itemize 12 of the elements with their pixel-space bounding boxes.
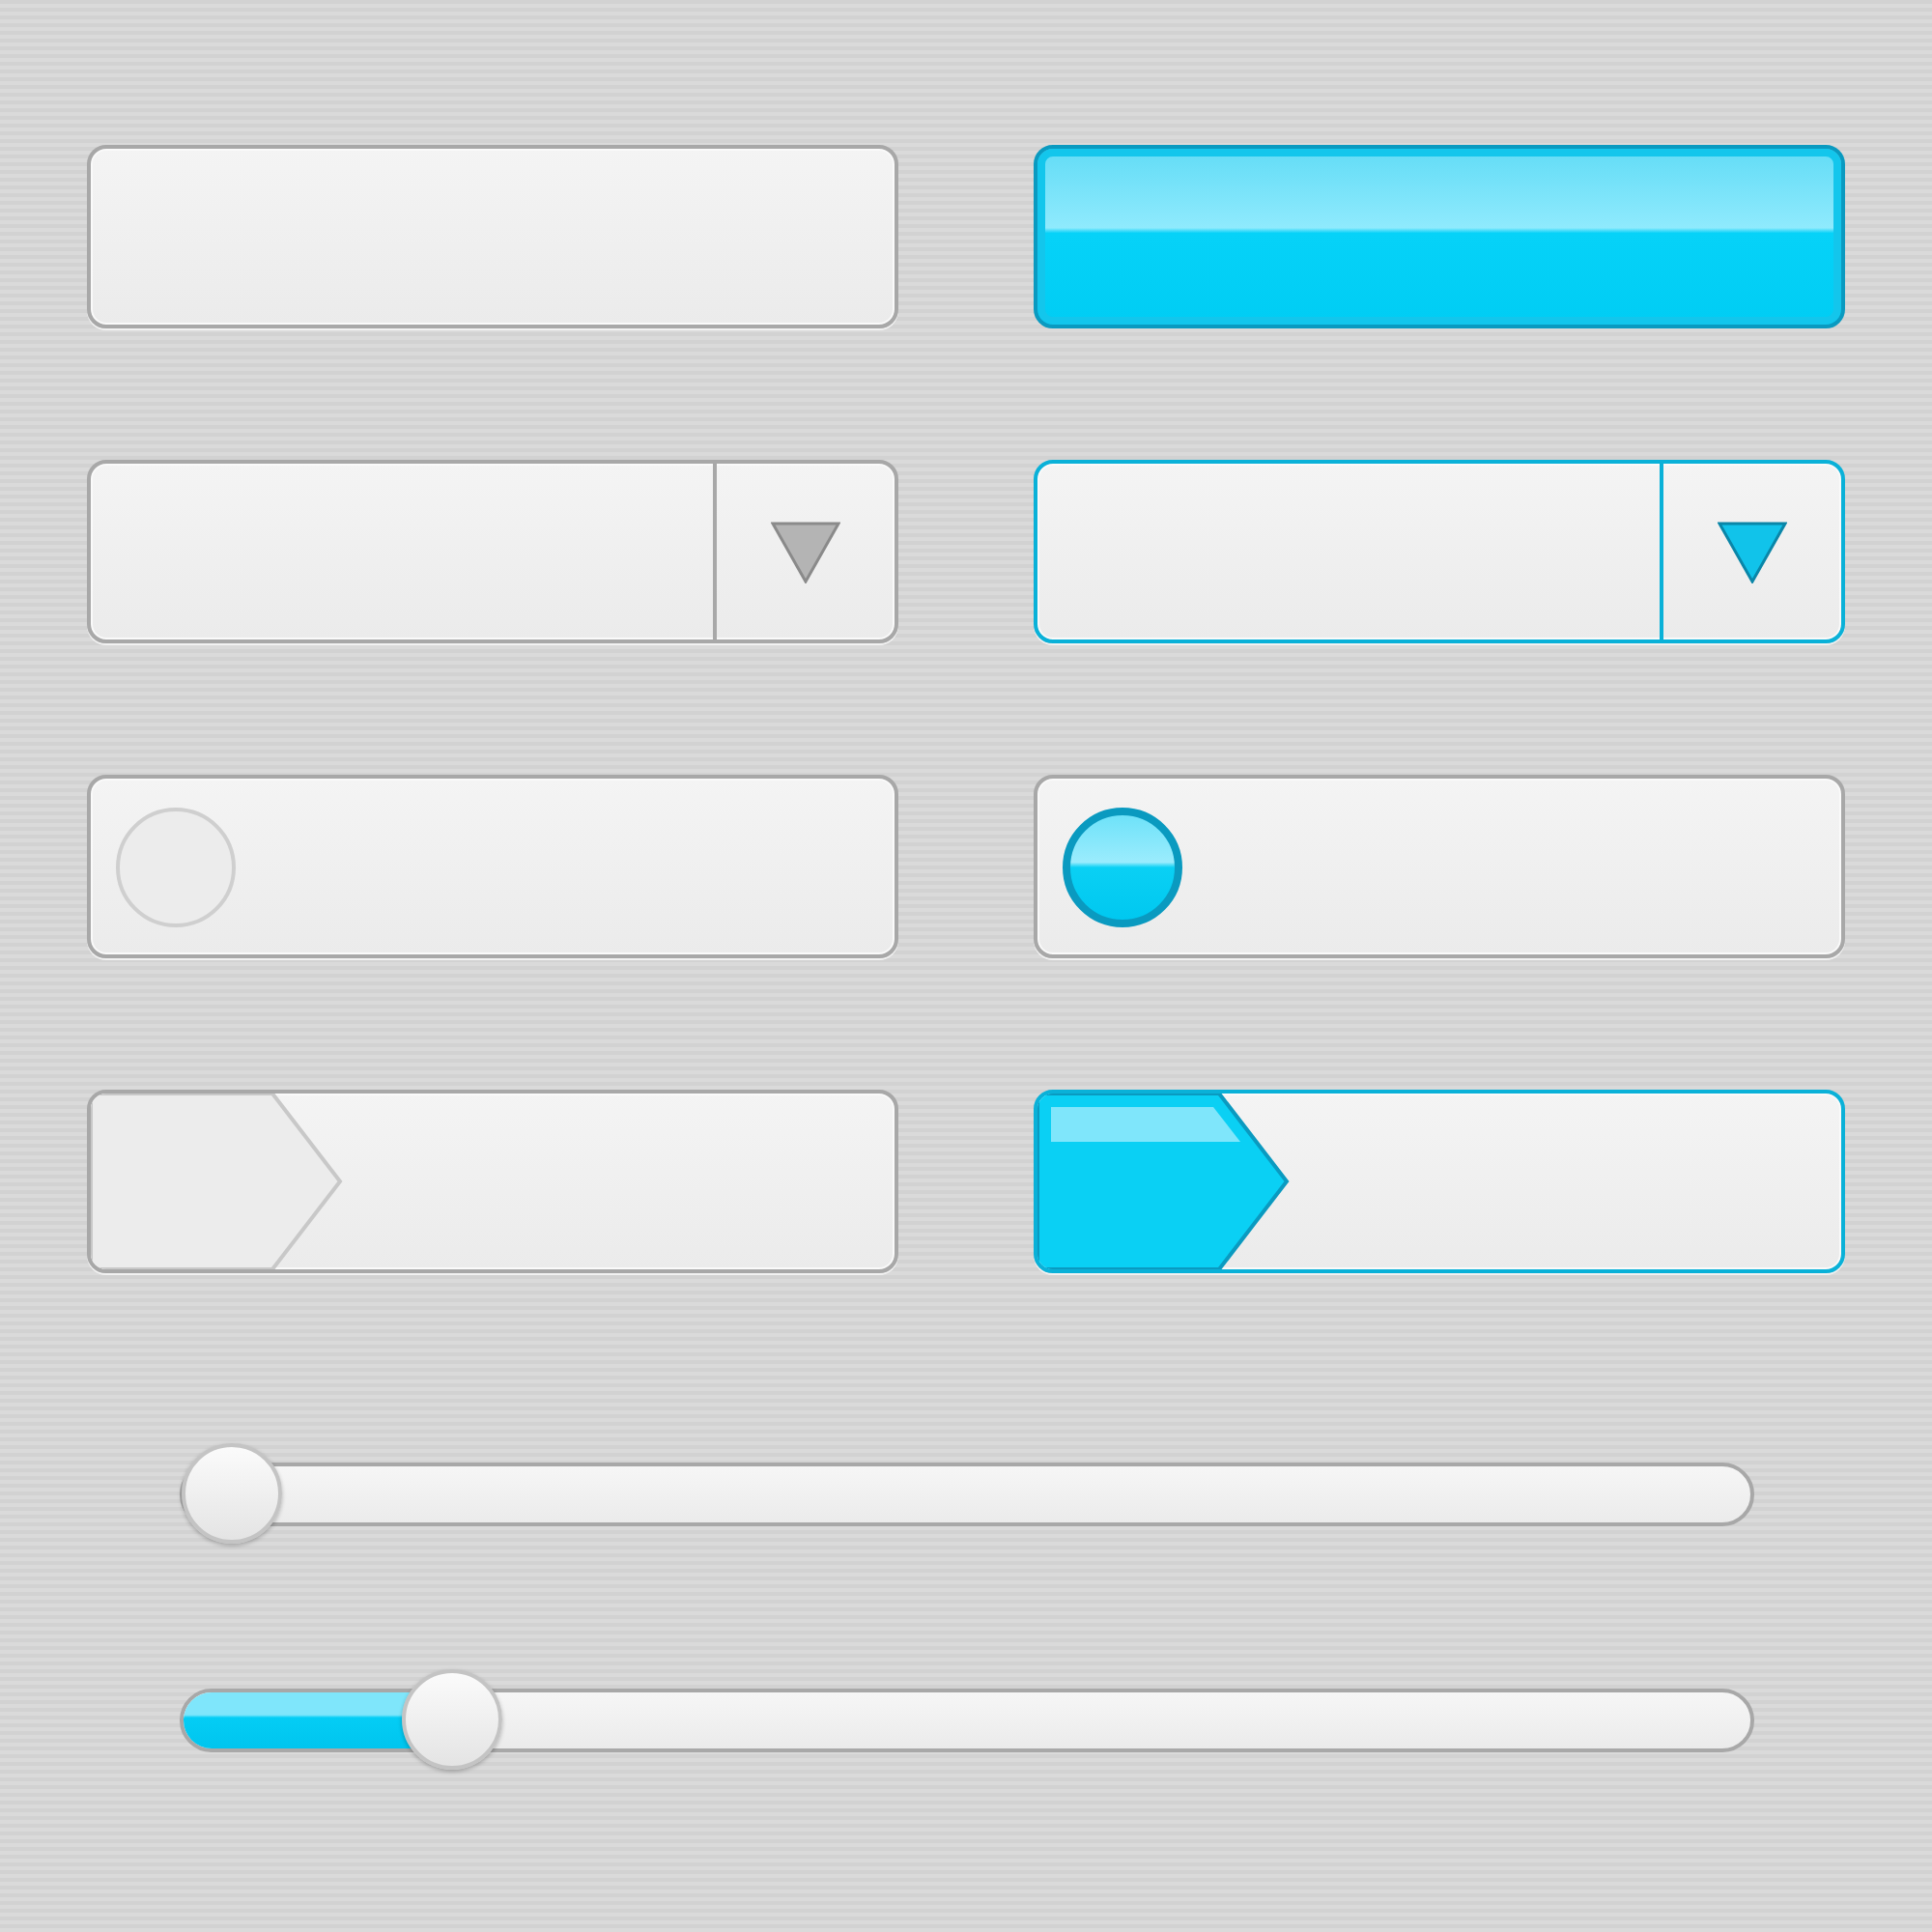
slider-thumb[interactable] bbox=[401, 1669, 502, 1770]
step-field[interactable] bbox=[87, 1090, 898, 1273]
triangle-down-icon bbox=[771, 521, 840, 582]
slider-thumb[interactable] bbox=[181, 1443, 282, 1544]
slider-track[interactable] bbox=[180, 1462, 1754, 1525]
triangle-down-icon bbox=[1718, 521, 1787, 582]
dropdown-field[interactable] bbox=[87, 460, 898, 643]
button[interactable] bbox=[1034, 145, 1845, 328]
slider-track[interactable] bbox=[180, 1688, 1754, 1751]
dropdown-field[interactable] bbox=[1034, 460, 1845, 643]
button[interactable] bbox=[87, 145, 898, 328]
step-field[interactable] bbox=[1034, 1090, 1845, 1273]
